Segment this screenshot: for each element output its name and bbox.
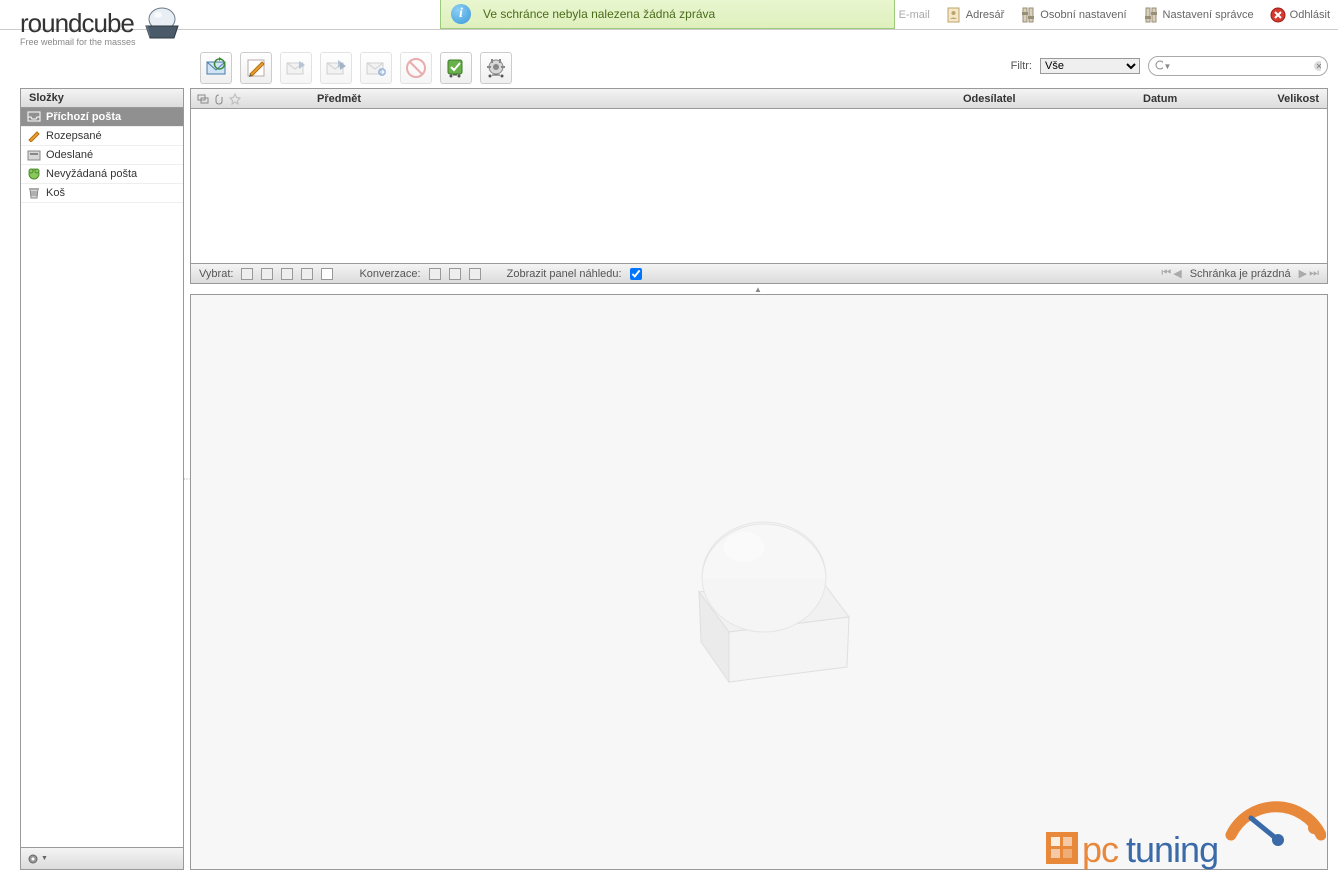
message-list: Předmět Odesílatel Datum Velikost Vybrat… — [190, 88, 1328, 284]
preview-label: Zobrazit panel náhledu: — [507, 268, 622, 280]
attachment-icon[interactable] — [213, 93, 225, 105]
forward-button[interactable] — [360, 52, 392, 84]
folders-sidebar: Složky Příchozí pošta Rozepsané Odeslané… — [20, 88, 184, 870]
watermark-logo — [639, 477, 879, 687]
first-page-button[interactable]: ⏮ — [1161, 267, 1171, 280]
folder-trash[interactable]: Koš — [21, 184, 183, 203]
drafts-icon — [27, 129, 41, 143]
threads-label: Konverzace: — [359, 268, 420, 280]
check-mail-button[interactable] — [200, 52, 232, 84]
mark-button[interactable] — [440, 52, 472, 84]
col-sender[interactable]: Odesílatel — [957, 93, 1137, 105]
col-size[interactable]: Velikost — [1257, 93, 1327, 105]
search-input[interactable] — [1171, 60, 1313, 72]
preview-toggle[interactable] — [630, 268, 642, 280]
last-page-button[interactable]: ⏭ — [1309, 267, 1319, 280]
filter-label: Filtr: — [1011, 60, 1032, 72]
notification-banner: i Ve schránce nebyla nalezena žádná zprá… — [440, 0, 895, 29]
chevron-down-icon[interactable]: ▼ — [1164, 62, 1172, 71]
inbox-icon — [27, 110, 41, 124]
trash-icon — [27, 186, 41, 200]
select-none-button[interactable] — [321, 268, 333, 280]
folder-actions-button[interactable]: ▼ — [27, 853, 48, 865]
next-page-button[interactable]: ▶ — [1299, 267, 1307, 280]
message-list-header: Předmět Odesílatel Datum Velikost — [191, 89, 1327, 109]
select-all-button[interactable] — [241, 268, 253, 280]
select-page-button[interactable] — [261, 268, 273, 280]
folder-junk[interactable]: Nevyžádaná pošta — [21, 165, 183, 184]
app-logo: roundcube Free webmail for the masses — [20, 8, 184, 47]
clear-search-icon[interactable] — [1313, 60, 1321, 72]
gear-icon — [27, 853, 39, 865]
expand-unread-button[interactable] — [449, 268, 461, 280]
folder-inbox[interactable]: Příchozí pošta — [21, 108, 183, 127]
expand-all-button[interactable] — [429, 268, 441, 280]
select-invert-button[interactable] — [301, 268, 313, 280]
prev-page-button[interactable]: ◀ — [1173, 267, 1181, 280]
info-icon: i — [451, 4, 471, 24]
folder-drafts[interactable]: Rozepsané — [21, 127, 183, 146]
svg-text:pc: pc — [1082, 829, 1119, 870]
select-unread-button[interactable] — [281, 268, 293, 280]
admin-settings-icon — [1143, 7, 1159, 23]
main-toolbar — [200, 48, 512, 88]
nav-admin-settings[interactable]: Nastavení správce — [1143, 7, 1254, 23]
compose-button[interactable] — [240, 52, 272, 84]
nav-logout[interactable]: Odhlásit — [1270, 7, 1330, 23]
reply-all-button[interactable] — [320, 52, 352, 84]
svg-text:tuning: tuning — [1126, 829, 1218, 870]
message-list-footer: Vybrat: Konverzace: Zobrazit panel náhle… — [191, 263, 1327, 283]
sent-icon — [27, 148, 41, 162]
col-date[interactable]: Datum — [1137, 93, 1257, 105]
collapse-all-button[interactable] — [469, 268, 481, 280]
search-icon — [1155, 60, 1163, 72]
thread-icon[interactable] — [197, 93, 209, 105]
search-box[interactable]: ▼ — [1148, 56, 1328, 76]
sidebar-title: Složky — [21, 89, 183, 108]
flag-icon[interactable] — [229, 93, 241, 105]
select-label: Vybrat: — [199, 268, 233, 280]
nav-personal-settings[interactable]: Osobní nastavení — [1020, 7, 1126, 23]
horizontal-splitter[interactable]: ▲ — [190, 286, 1328, 292]
mailbox-status: Schránka je prázdná — [1190, 268, 1291, 280]
folder-sent[interactable]: Odeslané — [21, 146, 183, 165]
more-actions-button[interactable] — [480, 52, 512, 84]
preview-pane — [190, 294, 1328, 870]
message-list-body — [191, 109, 1327, 263]
brand-footer-logo: pc tuning — [1046, 790, 1326, 870]
col-subject[interactable]: Předmět — [247, 93, 957, 105]
reply-button[interactable] — [280, 52, 312, 84]
filter-select[interactable]: Vše — [1040, 58, 1140, 74]
delete-button[interactable] — [400, 52, 432, 84]
addressbook-icon — [946, 7, 962, 23]
notification-text: Ve schránce nebyla nalezena žádná zpráva — [483, 7, 715, 21]
nav-addressbook[interactable]: Adresář — [946, 7, 1005, 23]
junk-icon — [27, 167, 41, 181]
settings-icon — [1020, 7, 1036, 23]
vertical-splitter[interactable]: ⋮ — [185, 88, 189, 870]
logout-icon — [1270, 7, 1286, 23]
